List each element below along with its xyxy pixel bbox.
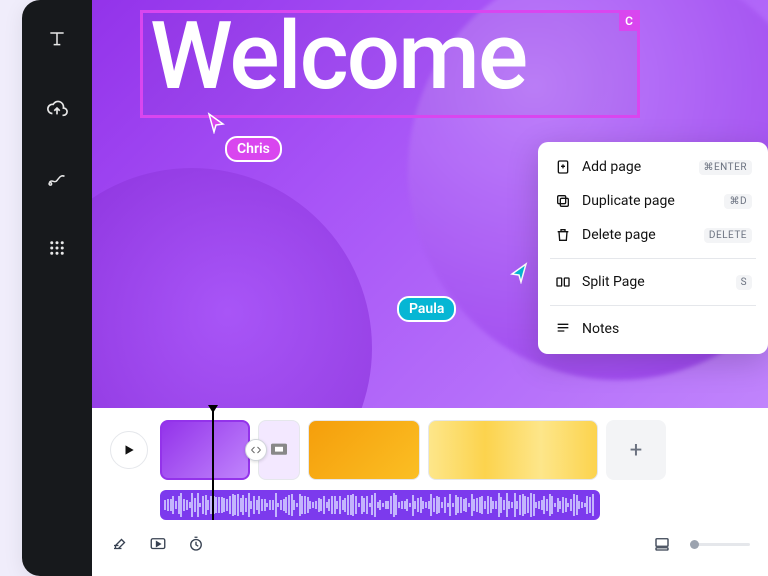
zoom-slider[interactable] [690,543,750,546]
canvas[interactable]: C Welcome Chris Paula Add page ⌘ENTER [92,0,768,408]
collaborator-cursor-paula: Paula [447,262,529,322]
menu-split-page[interactable]: Split Page S [546,265,760,299]
text-icon [47,28,67,48]
menu-label: Split Page [582,274,645,290]
menu-shortcut: DELETE [704,228,752,243]
menu-add-page[interactable]: Add page ⌘ENTER [546,150,760,184]
app-window: C Welcome Chris Paula Add page ⌘ENTER [22,0,768,576]
add-clip-button[interactable]: + [606,420,666,480]
menu-shortcut: ⌘D [724,194,752,209]
menu-duplicate-page[interactable]: Duplicate page ⌘D [546,184,760,218]
clip-row: + [110,420,750,480]
heading-text[interactable]: Welcome [150,0,526,113]
trash-icon [554,226,572,244]
menu-label: Notes [582,321,619,337]
apps-tool-button[interactable] [39,230,75,266]
audio-track[interactable] [160,490,600,520]
cursor-icon [207,112,227,134]
play-icon [122,443,136,457]
menu-label: Add page [582,159,641,175]
draw-tool-button[interactable] [39,160,75,196]
apps-grid-icon [48,239,66,257]
main-area: C Welcome Chris Paula Add page ⌘ENTER [92,0,768,576]
menu-shortcut: S [736,275,752,290]
draw-icon [47,168,67,188]
menu-delete-page[interactable]: Delete page DELETE [546,218,760,252]
transition-badge[interactable] [245,439,267,461]
duplicate-icon [554,192,572,210]
clip-3[interactable] [308,420,420,480]
clips-container: + [160,420,666,480]
present-button[interactable] [148,534,168,554]
selection-owner-badge: C [619,11,639,31]
menu-label: Duplicate page [582,193,675,209]
transition-icon [250,444,262,456]
clip-4[interactable] [428,420,598,480]
collaborator-label: Chris [225,136,282,162]
menu-notes[interactable]: Notes [546,312,760,346]
collaborator-label: Paula [397,296,456,322]
play-button[interactable] [110,431,148,469]
menu-shortcut: ⌘ENTER [699,160,753,175]
split-icon [554,273,572,291]
side-toolbar [22,0,92,576]
view-layout-button[interactable] [652,534,672,554]
notes-icon [554,320,572,338]
cloud-upload-icon [46,97,68,119]
timeline-panel: + [92,408,768,576]
add-page-icon [554,158,572,176]
waveform [160,490,600,520]
context-menu: Add page ⌘ENTER Duplicate page ⌘D Delete… [538,142,768,354]
cursor-icon [507,262,529,284]
media-icon [269,442,289,458]
menu-label: Delete page [582,227,656,243]
playhead[interactable] [212,410,214,520]
menu-divider [550,258,756,259]
clip-1[interactable] [160,420,250,480]
timeline-bottom-bar [110,530,750,554]
edit-notes-button[interactable] [110,534,130,554]
text-tool-button[interactable] [39,20,75,56]
duration-button[interactable] [186,534,206,554]
upload-tool-button[interactable] [39,90,75,126]
collaborator-cursor-chris: Chris [207,112,282,162]
menu-divider [550,305,756,306]
